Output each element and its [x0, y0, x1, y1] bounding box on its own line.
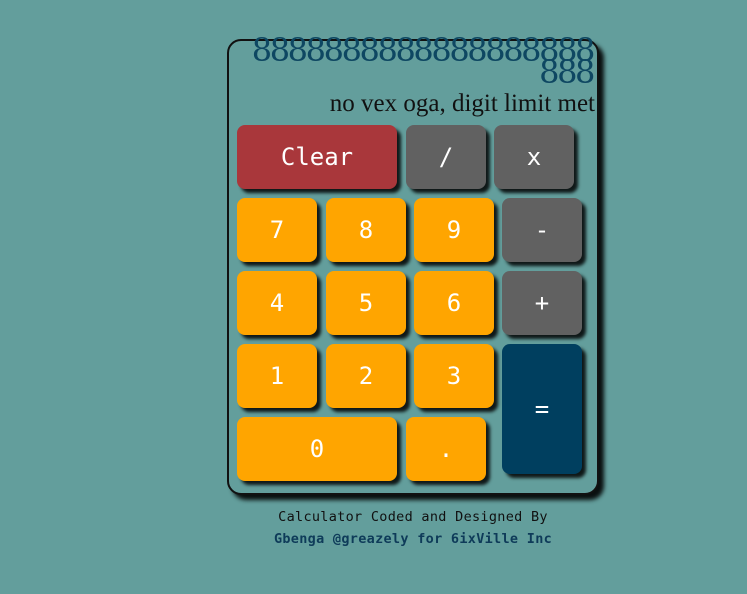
- three-button[interactable]: 3: [414, 344, 494, 408]
- calculator-body: 8888888888888888888888 no vex oga, digit…: [227, 31, 599, 495]
- four-button[interactable]: 4: [237, 271, 317, 335]
- digit-limit-message: no vex oga, digit limit met: [329, 90, 595, 117]
- multiply-button[interactable]: x: [494, 125, 574, 189]
- six-button[interactable]: 6: [414, 271, 494, 335]
- plus-button[interactable]: +: [502, 271, 582, 335]
- nine-button[interactable]: 9: [414, 198, 494, 262]
- seven-button[interactable]: 7: [237, 198, 317, 262]
- zero-button[interactable]: 0: [237, 417, 397, 481]
- two-button[interactable]: 2: [326, 344, 406, 408]
- equals-button[interactable]: =: [502, 344, 582, 474]
- one-button[interactable]: 1: [237, 344, 317, 408]
- display-readout: 8888888888888888888888: [251, 31, 596, 91]
- minus-button[interactable]: -: [502, 198, 582, 262]
- eight-button[interactable]: 8: [326, 198, 406, 262]
- clear-button[interactable]: Clear: [237, 125, 397, 189]
- decimal-button[interactable]: .: [406, 417, 486, 481]
- author-credit: Gbenga @greazely for 6ixVille Inc: [273, 531, 553, 547]
- five-button[interactable]: 5: [326, 271, 406, 335]
- credit-line: Calculator Coded and Designed By: [278, 509, 548, 525]
- divide-button[interactable]: /: [406, 125, 486, 189]
